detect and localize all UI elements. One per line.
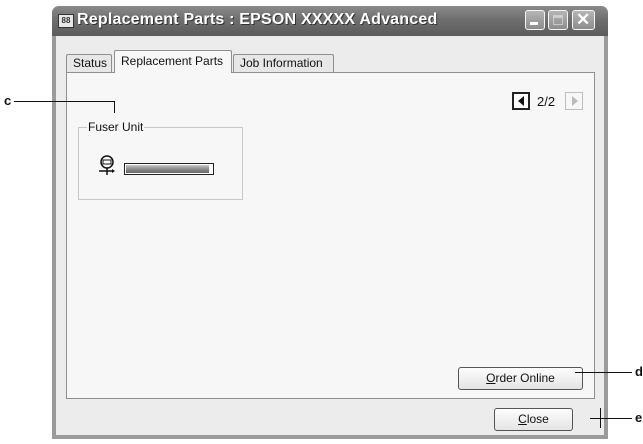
tab-panel: 2/2 Fuser Unit Order Online	[66, 72, 595, 399]
dialog-client-area: Status Replacement Parts Job Information…	[56, 36, 604, 435]
callout-c-label: c	[4, 93, 12, 108]
fuser-unit-group: Fuser Unit	[78, 120, 243, 200]
fuser-life-bar-fill	[126, 165, 209, 173]
callout-c-leader	[114, 101, 115, 113]
callout-e-line	[590, 418, 632, 419]
callout-d-label: d	[635, 364, 643, 379]
page-indicator: 2/2	[537, 94, 556, 109]
window-title: Replacement Parts : EPSON XXXXX Advanced	[77, 11, 438, 28]
close-icon: ✕	[576, 10, 591, 29]
fuser-icon	[99, 155, 115, 175]
callout-e-label: e	[635, 410, 643, 425]
close-window-button[interactable]: ✕	[572, 10, 595, 30]
order-online-button[interactable]: Order Online	[458, 367, 583, 390]
fuser-life-bar	[124, 163, 214, 175]
maximize-button[interactable]	[548, 10, 568, 30]
fuser-unit-label: Fuser Unit	[87, 120, 145, 134]
callout-d-line	[575, 372, 632, 373]
callout-e-tick	[600, 408, 601, 428]
callout-c-line	[14, 101, 115, 102]
app-icon: 88	[58, 14, 74, 28]
minimize-button[interactable]	[525, 10, 545, 30]
tab-replacement-parts[interactable]: Replacement Parts	[114, 50, 232, 73]
tab-status[interactable]: Status	[66, 54, 112, 72]
app-window: 88 Replacement Parts : EPSON XXXXX Advan…	[52, 6, 608, 439]
tab-job-information[interactable]: Job Information	[233, 54, 334, 72]
close-label: lose	[526, 412, 549, 426]
close-mnemonic: C	[518, 412, 527, 426]
title-bar[interactable]: 88 Replacement Parts : EPSON XXXXX Advan…	[52, 6, 608, 36]
close-button[interactable]: Close	[494, 408, 573, 431]
previous-page-button[interactable]	[512, 92, 530, 110]
order-online-label: rder Online	[495, 371, 555, 385]
next-page-button[interactable]	[565, 92, 583, 110]
